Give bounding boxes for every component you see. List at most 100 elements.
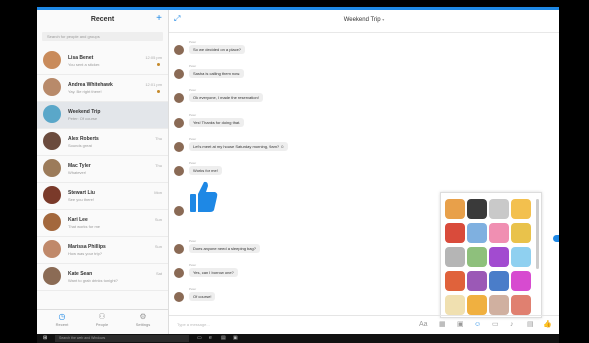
nav-people[interactable]: ⚇ People [82, 312, 122, 327]
message-bubble: Works for me! [189, 166, 222, 175]
bottom-nav: ◷ Recent ⚇ People ⚙ Settings [37, 309, 168, 334]
sticker-item[interactable] [511, 295, 531, 315]
sticker-item[interactable] [445, 223, 465, 243]
clock-icon: ◷ [58, 312, 66, 321]
sticker-item[interactable] [511, 271, 531, 291]
chat-header: ⤢ Weekend Trip ▾ [169, 10, 559, 32]
sticker-item[interactable] [467, 271, 487, 291]
sticker-item[interactable] [511, 247, 531, 267]
start-icon[interactable]: ⊞ [43, 336, 47, 341]
conversation-time: Thu [155, 136, 162, 141]
sticker-item[interactable] [489, 271, 509, 291]
sticker-item[interactable] [489, 295, 509, 315]
sticker-panel-tab[interactable] [553, 235, 559, 242]
message-bubble: Of course! [189, 292, 216, 301]
message-sender: Peter [189, 263, 197, 267]
conversation-snippet: See you there! [68, 197, 95, 202]
folder-icon[interactable]: ▤ [221, 335, 226, 342]
keyboard-icon[interactable]: ▤ [527, 321, 534, 329]
sidebar-title: Recent [90, 16, 115, 23]
sticker-item[interactable] [445, 295, 465, 315]
gif-icon[interactable]: ▭ [492, 321, 499, 329]
message-sender: Peter [189, 161, 197, 165]
chat-title[interactable]: Weekend Trip ▾ [169, 17, 559, 23]
nav-label: Settings [135, 322, 151, 327]
like-icon[interactable]: 👍 [543, 321, 552, 329]
sidebar-header: Recent + [37, 10, 168, 32]
compose-icon[interactable]: + [156, 14, 162, 24]
avatar [174, 292, 184, 302]
sticker-item[interactable] [467, 247, 487, 267]
sticker-icon[interactable]: ☺ [474, 321, 481, 329]
conversation-sidebar: Recent + Search for people and groups Li… [37, 10, 169, 334]
nav-label: People [95, 322, 109, 327]
windows-taskbar: ⊞ Search the web and Windows ▭ e ▤ ▣ [37, 334, 559, 343]
sticker-item[interactable] [511, 199, 531, 219]
avatar [174, 93, 184, 103]
camera-icon[interactable]: ▦ [439, 321, 446, 329]
message-bubble: Sasha is calling them now. [189, 69, 245, 78]
message-input[interactable]: Type a message... [177, 322, 210, 327]
message-bubble: So we decided on a place? [189, 45, 246, 54]
edge-icon[interactable]: e [209, 335, 212, 342]
message-bubble: Yes! Thanks for doing that. [189, 118, 245, 127]
like-sticker-icon [190, 181, 218, 212]
conversation-item[interactable]: Alex Roberts Sounds great Thu [37, 129, 168, 156]
conversation-time: Sat [155, 271, 162, 276]
avatar [43, 105, 61, 123]
sticker-item[interactable] [467, 295, 487, 315]
task-view-icon[interactable]: ▭ [197, 335, 202, 342]
conversation-name: Stewart Liu [68, 190, 95, 196]
sticker-item[interactable] [489, 223, 509, 243]
conversation-time: 12:05 pm [145, 55, 162, 60]
sticker-item[interactable] [445, 271, 465, 291]
conversation-snippet: Peter: Of course [68, 116, 98, 121]
message-sender: Peter [189, 88, 197, 92]
store-icon[interactable]: ▣ [233, 335, 238, 342]
seen-avatar-icon [157, 63, 160, 66]
conversation-item[interactable]: Weekend Trip Peter: Of course [37, 102, 168, 129]
avatar [174, 206, 184, 216]
conversation-item[interactable]: Stewart Liu See you there! Mon [37, 183, 168, 210]
nav-settings[interactable]: ⚙ Settings [123, 312, 163, 327]
sticker-item[interactable] [467, 223, 487, 243]
conversation-snippet: How was your trip? [68, 251, 103, 256]
avatar [174, 45, 184, 55]
avatar [174, 69, 184, 79]
message-bubble: Let's meet at my house Saturday morning,… [189, 142, 289, 151]
sticker-item[interactable] [445, 247, 465, 267]
avatar [174, 142, 184, 152]
avatar [43, 213, 61, 231]
message-bubble: Ok everyone, I made the reservation! [189, 93, 263, 102]
avatar [43, 159, 61, 177]
conversation-item[interactable]: Andrea Whitehawk Yay. Be right there! 12:0… [37, 75, 168, 102]
sticker-item[interactable] [467, 199, 487, 219]
conversation-snippet: That works for me [68, 224, 101, 229]
conversation-snippet: Sounds great [68, 143, 92, 148]
conversation-item[interactable]: Kate Sean Want to grab drinks tonight? Sat [37, 264, 168, 291]
conversation-item[interactable]: Marissa Phillips How was your trip? Sun [37, 237, 168, 264]
people-icon: ⚇ [98, 312, 106, 321]
sticker-item[interactable] [511, 223, 531, 243]
sticker-item[interactable] [489, 199, 509, 219]
gear-icon: ⚙ [139, 312, 147, 321]
search-input[interactable]: Search for people and groups [42, 32, 163, 41]
conversation-time: 12:01 pm [145, 82, 162, 87]
nav-recent[interactable]: ◷ Recent [42, 312, 82, 327]
conversation-snippet: Whatever! [68, 170, 87, 175]
image-icon[interactable]: ▣ [457, 321, 464, 329]
microphone-icon[interactable]: ♪ [510, 321, 514, 329]
message-sender: Peter [189, 239, 197, 243]
conversation-list: Lisa Benet You sent a sticker. 12:05 pm And… [37, 48, 168, 291]
avatar [43, 240, 61, 258]
conversation-time: Mon [154, 190, 162, 195]
conversation-item[interactable]: Lisa Benet You sent a sticker. 12:05 pm [37, 48, 168, 75]
conversation-item[interactable]: Mac Tyler Whatever! Thu [37, 156, 168, 183]
sticker-scrollbar[interactable] [536, 199, 539, 269]
taskbar-search[interactable]: Search the web and Windows [55, 335, 189, 342]
conversation-item[interactable]: Kari Lee That works for me Sun [37, 210, 168, 237]
text-format-icon[interactable]: Aa [419, 321, 428, 329]
sticker-item[interactable] [489, 247, 509, 267]
sticker-item[interactable] [445, 199, 465, 219]
avatar [43, 186, 61, 204]
